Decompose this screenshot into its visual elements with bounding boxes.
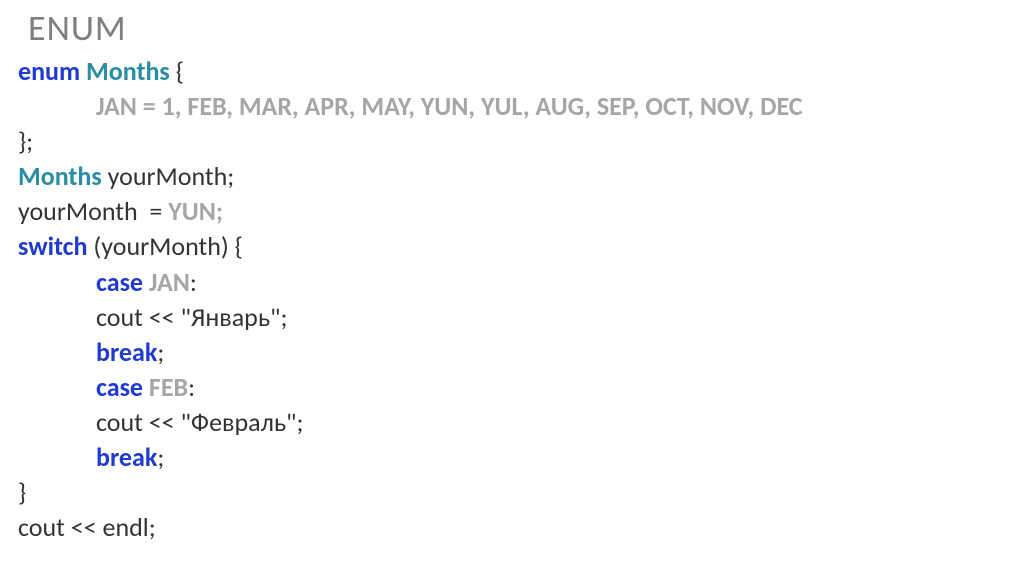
code-line-13: } <box>18 475 1006 510</box>
brace-open: { <box>170 55 184 87</box>
const-feb: FEB <box>149 371 188 403</box>
code-line-4: Months yourMonth; <box>18 159 1006 194</box>
const-jan: JAN <box>149 266 190 298</box>
code-line-6: switch (yourMonth) { <box>18 229 1006 264</box>
kw-case-1: case <box>96 266 143 298</box>
slide-title: ENUM <box>28 6 1006 50</box>
code-line-14: cout << endl; <box>18 510 1006 545</box>
code-line-7: case JAN: <box>18 265 1006 300</box>
enum-values: JAN = 1, FEB, MAR, APR, MAY, YUN, YUL, A… <box>96 90 803 122</box>
kw-break-2: break <box>96 441 157 473</box>
const-yun: YUN; <box>168 195 223 227</box>
code-line-11: cout << "Февраль"; <box>18 405 1006 440</box>
code-line-1: enum Months { <box>18 54 1006 89</box>
type-months-decl: Months <box>18 160 102 192</box>
kw-enum: enum <box>18 55 80 87</box>
code-line-8: cout << "Январь"; <box>18 300 1006 335</box>
type-months: Months <box>86 55 170 87</box>
code-line-9: break; <box>18 335 1006 370</box>
slide-body: ENUM enum Months { JAN = 1, FEB, MAR, AP… <box>0 6 1024 545</box>
code-line-10: case FEB: <box>18 370 1006 405</box>
code-line-12: break; <box>18 440 1006 475</box>
code-block: enum Months { JAN = 1, FEB, MAR, APR, MA… <box>18 54 1006 545</box>
kw-switch: switch <box>18 230 88 262</box>
kw-break-1: break <box>96 336 157 368</box>
kw-case-2: case <box>96 371 143 403</box>
code-line-5: yourMonth = YUN; <box>18 194 1006 229</box>
code-line-2: JAN = 1, FEB, MAR, APR, MAY, YUN, YUL, A… <box>18 89 1006 124</box>
code-line-3: }; <box>18 124 1006 159</box>
